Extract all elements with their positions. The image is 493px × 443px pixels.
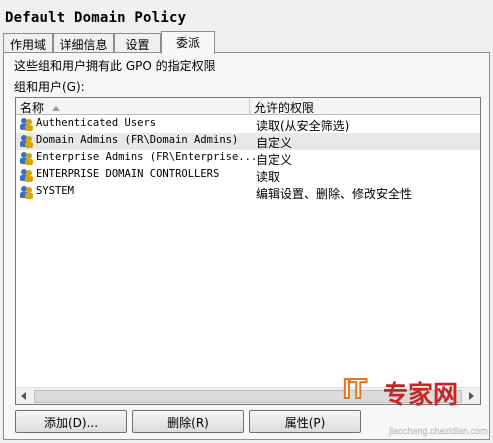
row-permission: 读取 bbox=[256, 170, 281, 184]
column-header-permissions[interactable]: 允许的权限 bbox=[250, 98, 480, 115]
row-permission: 编辑设置、删除、修改安全性 bbox=[256, 187, 413, 201]
tab-scope[interactable]: 作用域 bbox=[3, 33, 53, 53]
list-row[interactable]: SYSTEM 编辑设置、删除、修改安全性 bbox=[16, 184, 480, 201]
tab-settings[interactable]: 设置 bbox=[114, 33, 161, 53]
row-permission: 自定义 bbox=[256, 153, 293, 167]
group-users-icon bbox=[20, 186, 33, 199]
row-name: Authenticated Users bbox=[36, 117, 157, 129]
row-name: ENTERPRISE DOMAIN CONTROLLERS bbox=[36, 168, 220, 180]
sort-ascending-icon bbox=[52, 106, 61, 111]
column-header-name-label: 名称 bbox=[20, 101, 45, 115]
row-name: Enterprise Admins (FR\Enterprise... bbox=[36, 151, 258, 163]
tab-bar: 作用域 详细信息 设置 委派 bbox=[3, 31, 493, 54]
site-watermark: IT 专家网 jiaocheng.chazidian.com bbox=[305, 372, 493, 443]
window-title: Default Domain Policy bbox=[5, 10, 187, 26]
group-users-icon bbox=[20, 152, 33, 165]
list-row[interactable]: Domain Admins (FR\Domain Admins) 自定义 bbox=[16, 133, 480, 150]
scroll-left-button[interactable] bbox=[16, 388, 33, 404]
watermark-url: jiaocheng.chazidian.com bbox=[389, 426, 488, 436]
chevron-left-icon bbox=[21, 392, 26, 400]
groups-users-label: 组和用户(G): bbox=[14, 80, 85, 94]
add-button[interactable]: 添加(D)... bbox=[15, 410, 127, 433]
group-users-icon bbox=[20, 118, 33, 131]
row-name: SYSTEM bbox=[36, 185, 74, 197]
list-row[interactable]: Enterprise Admins (FR\Enterprise... 自定义 bbox=[16, 150, 480, 167]
group-users-icon bbox=[20, 135, 33, 148]
remove-button[interactable]: 删除(R) bbox=[132, 410, 244, 433]
row-permission: 自定义 bbox=[256, 136, 293, 150]
list-header: 名称 允许的权限 bbox=[16, 98, 480, 115]
panel-description: 这些组和用户拥有此 GPO 的指定权限 bbox=[14, 59, 216, 73]
row-name: Domain Admins (FR\Domain Admins) bbox=[36, 134, 239, 146]
tab-details[interactable]: 详细信息 bbox=[53, 33, 114, 53]
group-users-icon bbox=[20, 169, 33, 182]
permissions-list[interactable]: 名称 允许的权限 Authenticated Users 读取(从安全筛选) D… bbox=[15, 97, 481, 405]
row-permission: 读取(从安全筛选) bbox=[256, 119, 350, 133]
list-row[interactable]: ENTERPRISE DOMAIN CONTROLLERS 读取 bbox=[16, 167, 480, 184]
tab-delegation[interactable]: 委派 bbox=[161, 31, 215, 54]
watermark-brand: 专家网 bbox=[383, 380, 459, 409]
watermark-it: IT bbox=[342, 372, 368, 405]
list-row[interactable]: Authenticated Users 读取(从安全筛选) bbox=[16, 116, 480, 133]
column-header-name[interactable]: 名称 bbox=[16, 98, 250, 115]
